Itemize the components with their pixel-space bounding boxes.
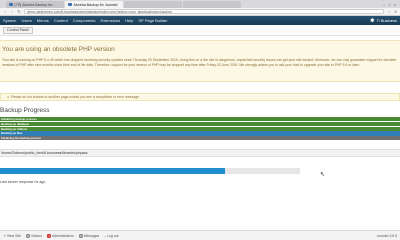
browser-tab-2[interactable]: Akeeba Backup for Joomla! [65,1,123,8]
joomla-logo-icon: ✱ [370,17,375,24]
visitors-count-badge: 0 [25,233,30,238]
admins-count-badge: 1 [47,233,52,238]
bookmark-star-icon[interactable]: ☆ [387,9,391,15]
progress-fill [0,168,225,174]
status-administrators[interactable]: 1 Administrators [47,233,74,238]
status-visitors[interactable]: 0 Visitors [25,233,42,238]
browser-tab-1[interactable]: [TR] Akeeba Backup for... [6,1,64,8]
back-arrow-icon[interactable]: ‹ [3,9,7,14]
menu-components[interactable]: Components [73,18,96,23]
step-addons: Backing up Addons [0,126,400,131]
notice-text: Please do not browse to another page unl… [11,95,139,99]
forward-arrow-icon[interactable]: › [10,9,14,14]
browser-address-bar: ‹ › ↻ demo.ajpthemes.com/ti-business/adm… [0,8,400,16]
browser-tab-4[interactable] [183,1,241,8]
status-messages[interactable]: 0 Messages [78,233,99,238]
step-initializing: Initializing backup process [0,117,400,122]
current-directory: /home/2/demo/public_html/ti-business/lib… [0,149,400,157]
step-files: Backing up files [0,131,400,136]
menu-help[interactable]: Help [125,18,133,23]
menu-sp-page-builder[interactable]: SP Page Builder [138,18,167,23]
menu-content[interactable]: Content [54,18,68,23]
menu-users[interactable]: Users [21,18,31,23]
browser-tab-bar: [TR] Akeeba Backup for... Akeeba Backup … [0,0,400,8]
window-controls: – □ × [383,0,400,8]
backup-progress-title: Backup Progress [0,107,50,114]
menu-menus[interactable]: Menus [37,18,49,23]
status-log-out[interactable]: – Log out [104,234,118,238]
brand-label: Ti Business [376,18,397,23]
browser-tab-3[interactable] [124,1,182,8]
step-database: Backing up database [0,121,400,126]
info-icon: ● [7,95,10,99]
browser-menu-icon[interactable]: ≡ [394,9,397,14]
menu-extensions[interactable]: Extensions [101,18,121,23]
last-server-response: Last server response 0s ago [0,180,46,184]
joomla-admin-menu: System Users Menus Content Components Ex… [0,16,400,25]
joomla-version: Joomla! 3.6.5 [376,233,397,238]
close-icon[interactable]: × [394,2,396,7]
reload-icon[interactable]: ↻ [17,9,21,15]
mouse-cursor-icon: ↖ [320,172,326,178]
external-link-icon: ↗ [3,233,6,238]
do-not-navigate-notice: ● Please do not browse to another page u… [0,93,400,101]
minus-icon: – [104,233,107,238]
site-brand[interactable]: ✱ Ti Business [370,18,397,24]
tab-title: [TR] Akeeba Backup for... [14,2,56,7]
backup-steps-list: Initializing backup process Backing up d… [0,117,400,141]
admin-status-bar: ↗ View Site 0 Visitors 1 Administrators … [0,230,400,240]
status-view-site[interactable]: ↗ View Site [3,234,21,238]
url-text: demo.ajpthemes.com/ti-business/administr… [27,9,172,14]
step-finalizing: Finalizing the backup process [0,136,400,141]
warning-title: You are using an obsolete PHP version [2,46,115,53]
control-panel-button[interactable]: Control Panel [3,26,33,34]
minimize-icon[interactable]: – [383,2,385,7]
joomla-favicon-icon [9,2,13,7]
warning-text: Your site is running on PHP 5.4.45 which… [2,58,397,68]
tab-title: Akeeba Backup for Joomla! [73,2,118,7]
php-warning-box: You are using an obsolete PHP version Yo… [0,40,400,82]
page-toolbar: Control Panel [0,25,400,36]
messages-count-badge: 0 [78,233,83,238]
menu-system[interactable]: System [3,18,16,23]
joomla-favicon-icon [68,2,72,7]
url-input[interactable]: demo.ajpthemes.com/ti-business/administr… [24,8,385,15]
maximize-icon[interactable]: □ [388,2,390,7]
backup-progress-bar [0,168,300,174]
